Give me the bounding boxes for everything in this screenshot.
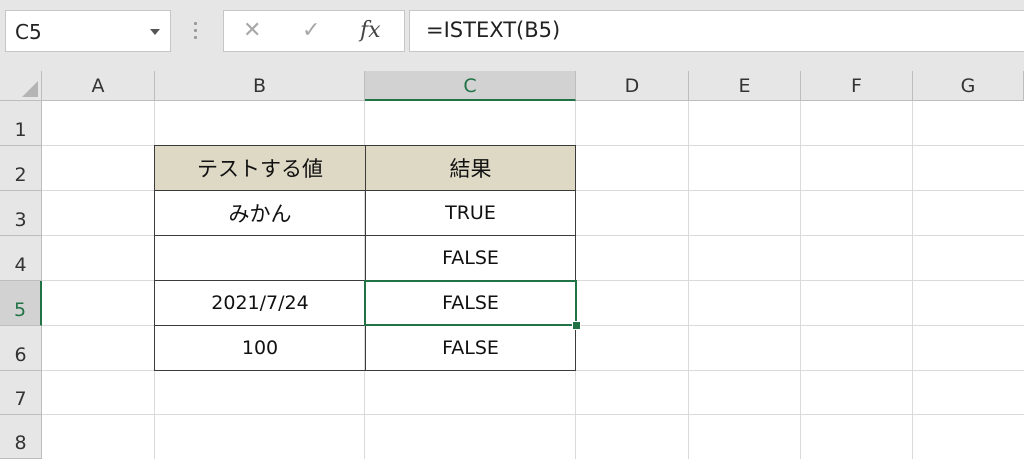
cell-b5[interactable]: 2021/7/24 (154, 280, 366, 326)
row-header-3[interactable]: 3 (0, 191, 42, 236)
row-header-5[interactable]: 5 (0, 281, 42, 326)
insert-function-icon[interactable]: fx (360, 15, 381, 47)
cell-c3[interactable]: TRUE (365, 190, 576, 236)
cell-c4[interactable]: FALSE (365, 235, 576, 281)
row-header-6[interactable]: 6 (0, 326, 42, 371)
cell-c6[interactable]: FALSE (365, 325, 576, 371)
worksheet-grid[interactable]: A B C D E F G 1 2 3 4 5 6 7 8 テストする値 結果 … (0, 71, 1024, 459)
column-header-b[interactable]: B (155, 71, 365, 101)
dropdown-icon[interactable] (150, 29, 160, 35)
row-header-2[interactable]: 2 (0, 146, 42, 191)
column-header-g[interactable]: G (913, 71, 1024, 101)
cell-b2[interactable]: テストする値 (154, 145, 366, 191)
row-header-1[interactable]: 1 (0, 101, 42, 146)
cell-b3[interactable]: みかん (154, 190, 366, 236)
row-header-7[interactable]: 7 (0, 371, 42, 415)
name-box[interactable]: C5 (5, 10, 171, 52)
column-header-e[interactable]: E (689, 71, 801, 101)
name-box-value: C5 (15, 20, 42, 44)
formula-bar: C5 ✕ ✓ fx =ISTEXT(B5) (0, 0, 1024, 72)
cell-b6[interactable]: 100 (154, 325, 366, 371)
row-header-4[interactable]: 4 (0, 236, 42, 281)
column-header-d[interactable]: D (576, 71, 689, 101)
active-cell-border (364, 280, 577, 326)
formula-input[interactable]: =ISTEXT(B5) (409, 10, 1024, 52)
row-header-8[interactable]: 8 (0, 415, 42, 459)
column-header-c[interactable]: C (365, 71, 576, 101)
enter-icon[interactable]: ✓ (302, 15, 320, 47)
cell-c2[interactable]: 結果 (365, 145, 576, 191)
column-header-f[interactable]: F (801, 71, 913, 101)
cancel-icon[interactable]: ✕ (243, 15, 261, 47)
column-header-a[interactable]: A (42, 71, 155, 101)
gridline (42, 414, 1024, 415)
formula-text: =ISTEXT(B5) (426, 18, 561, 42)
fill-handle[interactable] (572, 321, 581, 330)
formula-buttons: ✕ ✓ fx (223, 10, 405, 52)
select-all-icon[interactable] (0, 71, 42, 101)
grip-dots-icon[interactable] (194, 22, 198, 43)
cell-b4[interactable] (154, 235, 366, 281)
